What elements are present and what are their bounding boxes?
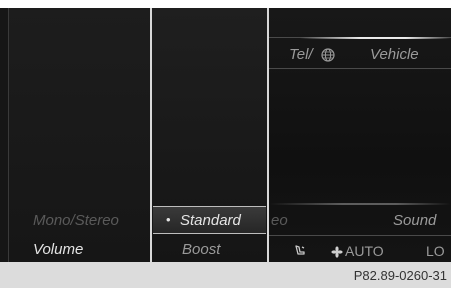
infotainment-screen: Mono/Stereo Volume • Standard Boost Tel/… [0,8,451,262]
bottom-menu-glow [269,203,451,205]
figure-code: P82.89-0260-31 [353,268,447,283]
menu-vehicle[interactable]: Vehicle [370,46,419,63]
climate-auto[interactable]: AUTO [345,243,384,259]
menu-item-volume[interactable]: Volume [33,241,83,258]
top-menu-glow [300,37,451,39]
fan-icon [331,246,343,258]
option-standard[interactable]: Standard [180,212,241,229]
top-menu-bottom-line [269,68,451,69]
option-boost[interactable]: Boost [182,241,220,258]
globe-icon [321,48,335,62]
menu-item-mono-stereo[interactable]: Mono/Stereo [33,212,119,229]
menu-tel[interactable]: Tel/ [289,46,313,63]
seat-icon[interactable] [293,244,307,258]
figure-code-bar: P82.89-0260-31 [0,262,451,288]
bottom-bar-line [269,235,451,236]
climate-temp-lo[interactable]: LO [426,243,445,259]
menu-item-sound[interactable]: Sound [393,212,436,229]
selected-indicator: • [166,212,171,227]
menu-item-fragment[interactable]: eo [271,212,288,229]
